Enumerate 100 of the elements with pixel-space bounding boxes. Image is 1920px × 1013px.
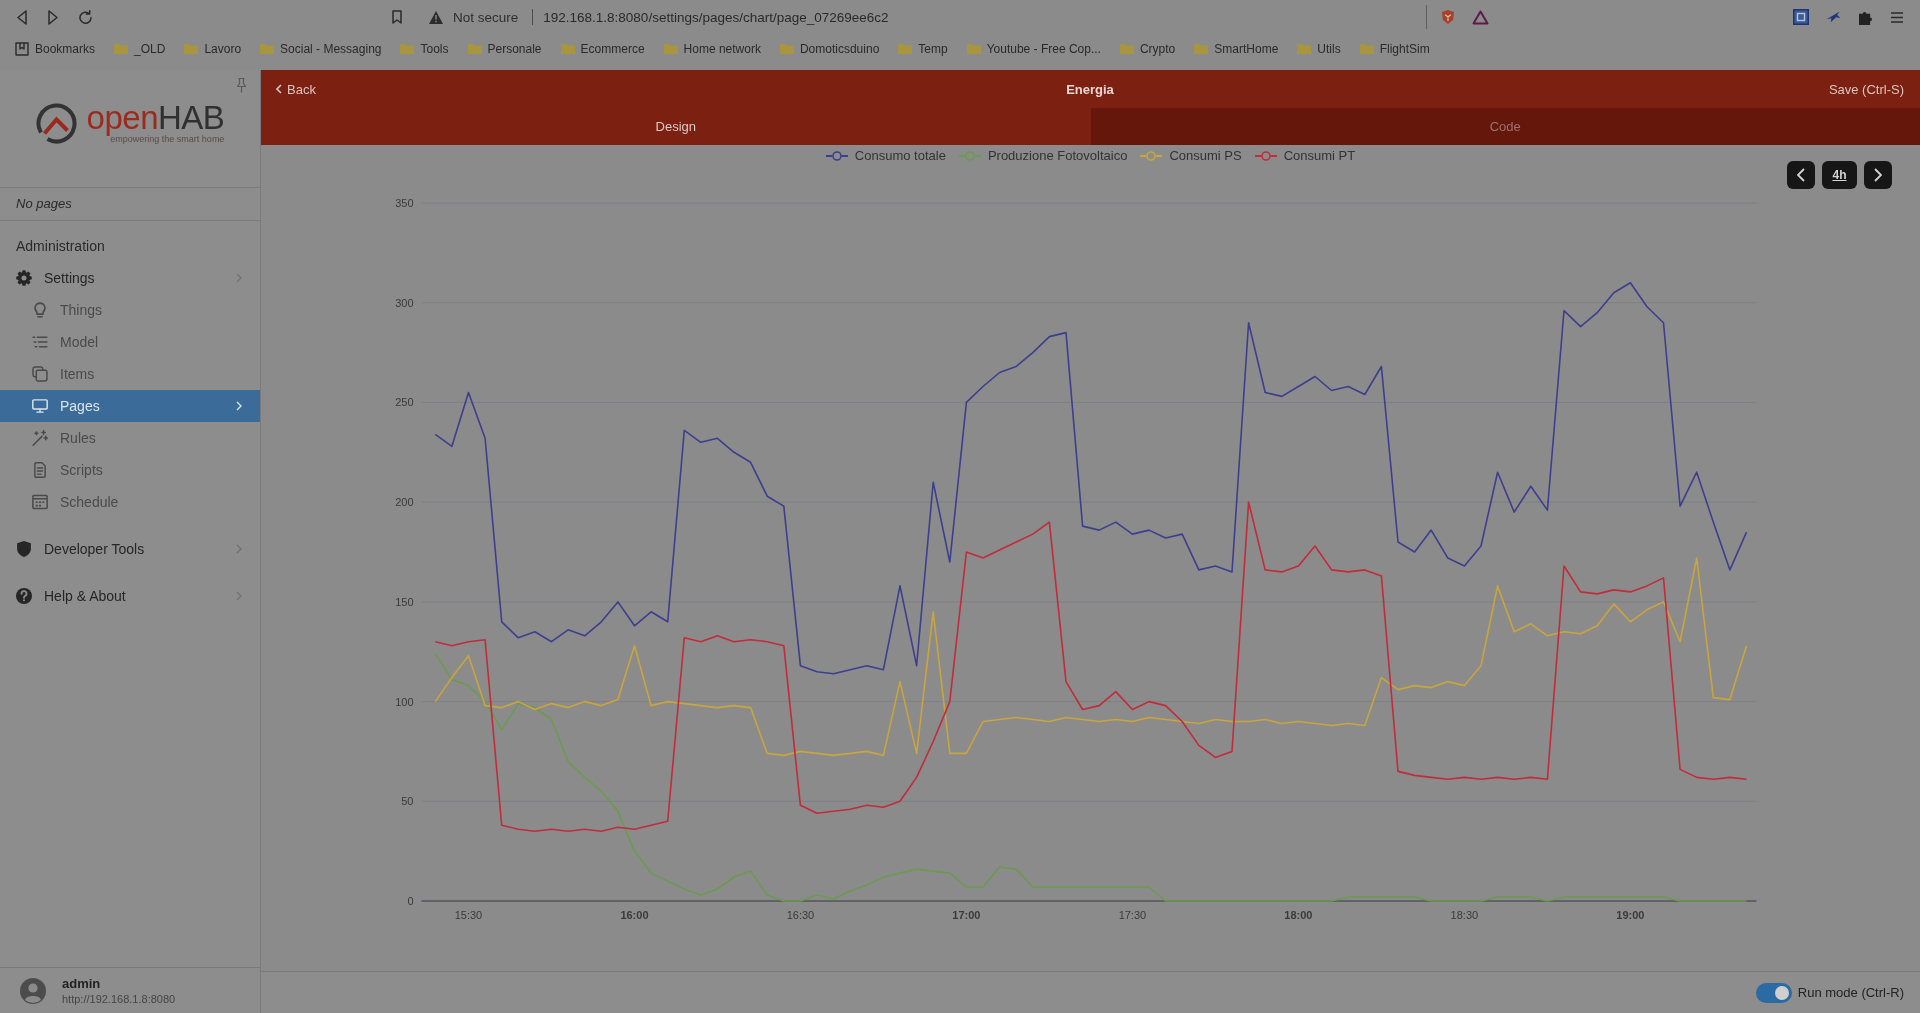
run-mode-toggle[interactable] <box>1755 982 1792 1003</box>
server-url: http://192.168.1.8:8080 <box>62 991 176 1006</box>
tab[interactable]: Code <box>1090 108 1920 145</box>
page-title: Energia <box>1066 81 1114 97</box>
list-icon <box>32 334 48 350</box>
sidebar-item[interactable]: Scripts <box>0 454 260 486</box>
logo-tagline: empowering the smart home <box>110 134 225 144</box>
help-icon <box>16 588 32 604</box>
folder-icon <box>1119 44 1134 54</box>
y-axis-label: 350 <box>395 197 414 209</box>
tab[interactable]: Design <box>261 108 1091 145</box>
folder-icon <box>1359 44 1374 54</box>
logo-wordmark: openHAB <box>86 102 225 134</box>
folder-icon <box>663 44 678 54</box>
run-mode-label: Run mode (Ctrl-R) <box>1797 985 1904 1000</box>
house-logo-icon <box>35 102 77 144</box>
puzzle-icon[interactable] <box>1858 9 1872 25</box>
x-axis-label: 16:30 <box>786 909 815 921</box>
next-button[interactable] <box>1864 161 1892 189</box>
x-axis-label: 18:00 <box>1284 909 1313 921</box>
bookmark-folder[interactable]: Utils <box>1297 42 1341 56</box>
bookmark-folder[interactable]: SmartHome <box>1194 42 1279 56</box>
chevron-right-icon <box>1874 168 1882 182</box>
previous-button[interactable] <box>1787 161 1815 189</box>
y-axis-label: 200 <box>395 496 414 509</box>
bookmark-folder[interactable]: Tools <box>400 42 449 56</box>
menu-icon[interactable] <box>1891 11 1903 23</box>
y-axis-label: 300 <box>395 296 414 309</box>
sidebar-item[interactable]: Items <box>0 358 260 390</box>
chevron-right-icon <box>236 273 242 283</box>
sidebar-item[interactable]: Rules <box>0 422 260 454</box>
sidebar-item[interactable]: Help & About <box>0 580 260 612</box>
sidebar-item[interactable]: Things <box>0 294 260 326</box>
chevron-left-icon <box>1797 168 1805 182</box>
folder-icon <box>400 44 415 54</box>
bookmark-icon[interactable] <box>392 10 402 24</box>
folder-icon <box>260 44 275 54</box>
user-name: admin <box>62 975 102 992</box>
y-axis-label: 100 <box>395 695 414 708</box>
bookmark-folder[interactable]: Youtube - Free Cop... <box>966 42 1101 56</box>
y-axis-label: 0 <box>407 895 414 907</box>
chevron-left-icon <box>276 84 282 94</box>
chevron-right-icon <box>236 544 242 554</box>
chevron-right-icon <box>236 591 242 601</box>
monitor-icon <box>32 398 48 414</box>
folder-icon <box>114 44 129 54</box>
y-axis-label: 250 <box>395 396 414 409</box>
sidebar-item[interactable]: Model <box>0 326 260 358</box>
bookmark-folder[interactable]: Temp <box>898 42 948 56</box>
sidebar-item[interactable]: Developer Tools <box>0 533 260 565</box>
squares-icon <box>32 366 48 382</box>
y-axis-label: 150 <box>395 595 414 608</box>
triangle-icon[interactable] <box>1472 9 1489 25</box>
x-axis-label: 18:30 <box>1450 909 1479 921</box>
y-axis-label: 50 <box>401 795 414 808</box>
calendar-icon <box>32 494 48 510</box>
security-label[interactable]: Not secure <box>453 9 519 25</box>
section-title: Administration <box>15 237 106 256</box>
sidebar-item[interactable]: Pages <box>0 390 260 422</box>
no-pages-text: No pages <box>0 188 260 221</box>
x-axis-label: 17:30 <box>1118 909 1147 921</box>
folder-icon <box>779 44 794 54</box>
bookmark-folder[interactable]: Crypto <box>1119 42 1176 56</box>
bookmarks-icon <box>15 42 29 56</box>
bookmark-folder[interactable]: Personale <box>467 42 542 56</box>
x-axis-label: 16:00 <box>620 909 649 921</box>
bookmark-folder[interactable]: Social - Messaging <box>260 42 382 56</box>
sidebar-item[interactable]: Settings <box>0 262 260 294</box>
bookmark-folder[interactable]: Lavoro <box>184 42 242 56</box>
folder-icon <box>1297 44 1312 54</box>
folder-icon <box>560 44 575 54</box>
forward-icon[interactable] <box>48 9 58 25</box>
bookmark-folder[interactable]: _OLD <box>114 42 166 56</box>
x-axis-label: 15:30 <box>454 909 483 921</box>
bookmark-folder[interactable]: Domoticsduino <box>779 42 880 56</box>
bookmark-folder[interactable]: Ecommerce <box>560 42 645 56</box>
reload-icon[interactable] <box>79 10 92 24</box>
shield-icon[interactable] <box>1442 10 1454 24</box>
document-icon <box>32 462 48 478</box>
folder-icon <box>966 44 981 54</box>
square-icon[interactable] <box>1793 9 1809 25</box>
back-link[interactable]: Back <box>276 81 316 97</box>
avatar-icon <box>20 977 46 1004</box>
gear-icon <box>16 270 32 286</box>
bookmark-folder[interactable]: Home network <box>663 42 761 56</box>
sidebar-item[interactable]: Schedule <box>0 486 260 518</box>
folder-icon <box>467 44 482 54</box>
bookmarks-button[interactable]: Bookmarks <box>15 42 96 56</box>
x-axis-label: 19:00 <box>1616 909 1645 921</box>
folder-icon <box>898 44 913 54</box>
range-button[interactable]: 4h <box>1822 161 1857 189</box>
bookmark-folder[interactable]: FlightSim <box>1359 42 1430 56</box>
back-icon[interactable] <box>17 9 27 25</box>
lightbulb-icon <box>32 302 48 318</box>
plane-icon[interactable] <box>1825 11 1841 23</box>
address-field[interactable]: Not secure 192.168.1.8:8080/settings/pages/chart/page_07269ee6c2 <box>421 5 1427 29</box>
save-link[interactable]: Save (Ctrl-S) <box>1828 81 1904 97</box>
warning-icon[interactable] <box>429 10 443 24</box>
folder-icon <box>184 44 199 54</box>
folder-icon <box>1194 44 1209 54</box>
